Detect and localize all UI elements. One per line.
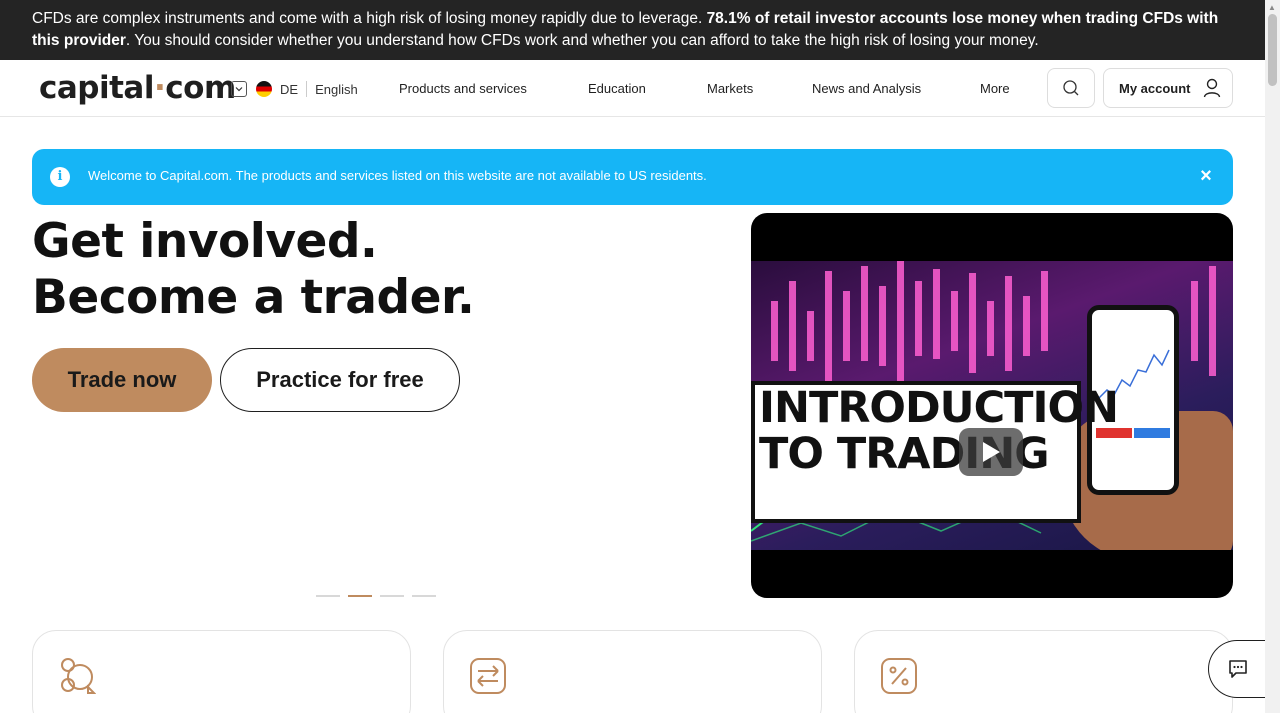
my-account-label: My account [1119, 80, 1191, 96]
divider [306, 81, 308, 97]
play-button[interactable] [959, 428, 1023, 476]
video-title-overlay: INTRODUCTION TO TRADING [751, 381, 1119, 523]
logo[interactable]: capital·com [39, 70, 236, 106]
chevron-down-icon [231, 81, 247, 97]
chat-button[interactable] [1208, 640, 1265, 698]
language-label: English [315, 81, 358, 97]
search-button[interactable] [1047, 68, 1095, 108]
logo-right: com [165, 70, 236, 106]
carousel-indicators [316, 595, 436, 597]
risk-warning-banner: CFDs are complex instruments and come wi… [0, 0, 1265, 60]
info-icon: i [50, 167, 70, 187]
scrollbar-thumb[interactable] [1268, 14, 1277, 86]
carousel-dot[interactable] [412, 595, 436, 597]
hero-title-line2: Become a trader. [32, 270, 475, 325]
search-icon [1063, 80, 1079, 96]
page-scrollbar[interactable]: ▲ [1265, 0, 1280, 713]
play-icon [983, 442, 1000, 462]
germany-flag-icon [256, 81, 272, 97]
coins-icon [61, 658, 96, 694]
feature-card[interactable] [443, 630, 822, 713]
hero-title-line1: Get involved. [32, 214, 378, 269]
my-account-button[interactable]: My account [1103, 68, 1233, 108]
video-title-line2: TO TRADING [759, 429, 1050, 479]
carousel-dot-active[interactable] [348, 595, 372, 597]
user-icon [1203, 78, 1220, 98]
feature-card[interactable] [32, 630, 411, 713]
intro-video-player[interactable]: INTRODUCTION TO TRADING [751, 213, 1233, 598]
close-icon[interactable]: × [1196, 166, 1216, 186]
nav-products-and-services[interactable]: Products and services [399, 81, 527, 96]
risk-text-part2: . You should consider whether you unders… [125, 32, 1039, 49]
nav-markets[interactable]: Markets [707, 81, 753, 96]
carousel-dot[interactable] [316, 595, 340, 597]
us-residents-notice: i Welcome to Capital.com. The products a… [32, 149, 1233, 205]
exchange-icon [470, 658, 506, 694]
site-header: capital·com DE English Products and serv… [0, 60, 1265, 117]
video-title-line1: INTRODUCTION [759, 383, 1119, 433]
region-code: DE [280, 81, 299, 97]
notice-text: Welcome to Capital.com. The products and… [88, 168, 707, 183]
hero-title: Get involved. Become a trader. [32, 214, 475, 326]
page: CFDs are complex instruments and come wi… [0, 0, 1265, 713]
nav-education[interactable]: Education [588, 81, 646, 96]
feature-card[interactable] [854, 630, 1233, 713]
logo-dot: · [153, 70, 166, 106]
language-selector[interactable]: DE English [231, 80, 358, 98]
percent-icon [881, 658, 917, 694]
chat-icon [1228, 660, 1247, 678]
nav-more[interactable]: More [980, 81, 1010, 96]
video-thumbnail: INTRODUCTION TO TRADING [751, 261, 1233, 550]
trade-now-button[interactable]: Trade now [32, 348, 212, 412]
risk-text-part1: CFDs are complex instruments and come wi… [32, 10, 707, 27]
practice-for-free-button[interactable]: Practice for free [220, 348, 460, 412]
logo-left: capital [39, 70, 154, 106]
nav-news-and-analysis[interactable]: News and Analysis [812, 81, 921, 96]
scroll-up-icon[interactable]: ▲ [1268, 3, 1276, 12]
carousel-dot[interactable] [380, 595, 404, 597]
